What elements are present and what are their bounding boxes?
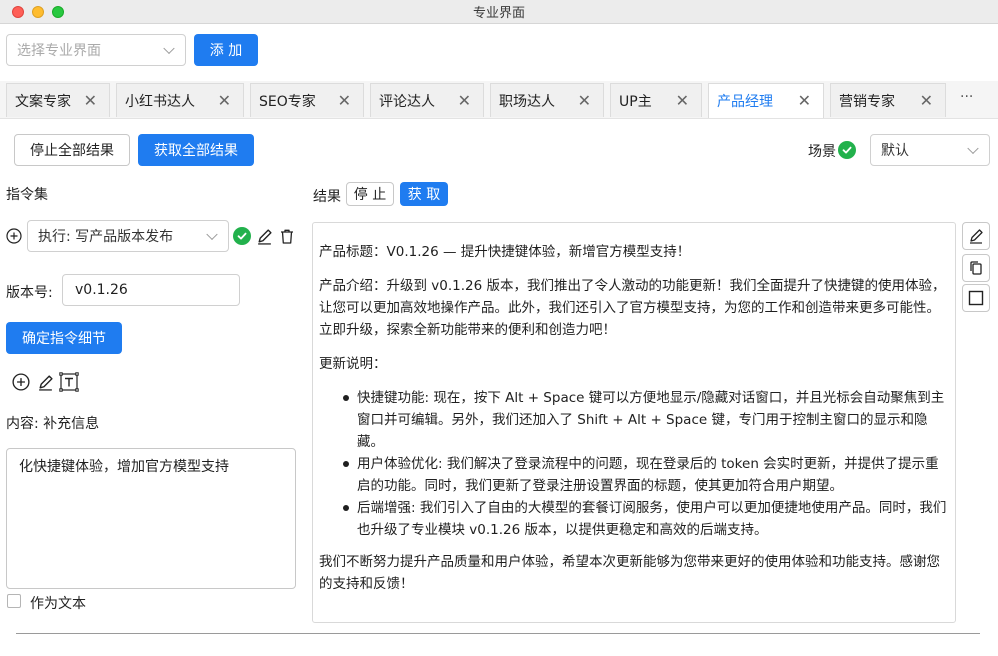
edit-result-button[interactable] (962, 222, 990, 250)
scene-select[interactable]: 默认 (870, 134, 990, 166)
as-text-checkbox[interactable] (7, 594, 21, 608)
minimize-window-button[interactable] (32, 6, 44, 18)
stop-button[interactable]: 停 止 (346, 182, 394, 206)
chevron-down-icon (206, 228, 218, 241)
result-paragraph: 产品介绍：升级到 v0.1.26 版本，我们推出了令人激动的功能更新！我们全面提… (319, 278, 946, 338)
pencil-icon (970, 229, 983, 244)
result-panel: 产品标题：V0.1.26 — 提升快捷键体验，新增官方模型支持！ 产品介绍：升级… (312, 222, 956, 623)
tab-3[interactable]: 评论达人 ✕ (370, 83, 484, 117)
tab-2[interactable]: SEO专家 ✕ (250, 83, 364, 117)
tab-4[interactable]: 职场达人 ✕ (490, 83, 604, 117)
result-paragraph: 产品标题：V0.1.26 — 提升快捷键体验，新增官方模型支持！ (319, 244, 691, 260)
tab-label: 产品经理 (717, 94, 773, 110)
profession-select[interactable]: 选择专业界面 (6, 34, 186, 66)
pencil-icon[interactable] (254, 226, 274, 246)
instructions-title: 指令集 (6, 187, 48, 203)
text-box-icon[interactable] (58, 371, 80, 393)
add-button[interactable]: 添 加 (194, 34, 258, 66)
content-textarea-value: 化快捷键体验，增加官方模型支持 (19, 459, 229, 475)
title-bar: 专业界面 (0, 0, 998, 24)
result-bullet-list: 快捷键功能: 现在，按下 Alt + Space 键可以方便地显示/隐藏对话窗口… (319, 387, 947, 541)
add-circle-icon[interactable] (11, 372, 31, 392)
tab-label: SEO专家 (259, 93, 316, 110)
tab-label: UP主 (619, 93, 652, 110)
get-button[interactable]: 获 取 (400, 182, 448, 206)
result-closing: 我们不断努力提升产品质量和用户体验，希望本次更新能够为您带来更好的使用体验和功能… (319, 554, 940, 592)
more-tabs-button[interactable]: ··· (960, 89, 973, 105)
trash-icon[interactable] (277, 226, 297, 246)
exec-select[interactable]: 执行: 写产品版本发布 (27, 220, 229, 252)
tab-label: 营销专家 (839, 93, 895, 110)
tab-0[interactable]: 文案专家 ✕ (6, 83, 110, 117)
version-input[interactable]: v0.1.26 (62, 274, 240, 306)
as-text-label: 作为文本 (30, 596, 86, 612)
tab-label: 小红书达人 (125, 93, 195, 110)
results-label: 结果 (313, 189, 341, 205)
close-icon[interactable]: ✕ (676, 92, 689, 109)
tab-label: 文案专家 (15, 93, 71, 110)
tab-5[interactable]: UP主 ✕ (610, 83, 702, 117)
version-label: 版本号: (6, 285, 53, 301)
pencil-icon[interactable] (35, 372, 55, 392)
expand-result-button[interactable] (962, 284, 990, 312)
close-icon[interactable]: ✕ (578, 92, 591, 109)
copy-result-button[interactable] (962, 254, 990, 282)
chevron-down-icon (163, 42, 175, 55)
tab-6[interactable]: 产品经理 ✕ (708, 83, 824, 118)
check-circle-icon (838, 141, 856, 159)
content-textarea[interactable]: 化快捷键体验，增加官方模型支持 (6, 448, 296, 589)
close-icon[interactable]: ✕ (84, 92, 97, 109)
window-title: 专业界面 (472, 6, 525, 21)
result-paragraph: 更新说明： (319, 356, 387, 372)
divider (16, 633, 980, 634)
scene-select-value: 默认 (881, 143, 909, 159)
list-item: 后端增强: 我们引入了自由的大模型的套餐订阅服务，使用户可以更加便捷地使用产品。… (343, 497, 947, 541)
profession-select-placeholder: 选择专业界面 (17, 43, 101, 59)
close-window-button[interactable] (12, 6, 24, 18)
close-icon[interactable]: ✕ (338, 92, 351, 109)
tab-7[interactable]: 营销专家 ✕ (830, 83, 946, 117)
exec-select-value: 执行: 写产品版本发布 (38, 229, 174, 245)
get-all-button[interactable]: 获取全部结果 (138, 134, 254, 166)
tab-1[interactable]: 小红书达人 ✕ (116, 83, 244, 117)
close-icon[interactable]: ✕ (920, 92, 933, 109)
close-icon[interactable]: ✕ (798, 93, 811, 109)
list-item: 快捷键功能: 现在，按下 Alt + Space 键可以方便地显示/隐藏对话窗口… (343, 387, 947, 453)
close-icon[interactable]: ✕ (218, 92, 231, 109)
list-item: 用户体验优化: 我们解决了登录流程中的问题，现在登录后的 token 会实时更新… (343, 453, 947, 497)
content-label: 内容: 补充信息 (6, 416, 100, 432)
add-circle-icon[interactable] (5, 227, 23, 245)
tab-bar: 文案专家 ✕ 小红书达人 ✕ SEO专家 ✕ 评论达人 ✕ 职场达人 ✕ UP主… (0, 81, 998, 119)
stop-all-button[interactable]: 停止全部结果 (14, 134, 130, 166)
zoom-window-button[interactable] (52, 6, 64, 18)
tab-label: 职场达人 (499, 93, 555, 110)
tab-label: 评论达人 (379, 93, 435, 110)
square-icon (968, 290, 984, 306)
version-input-value: v0.1.26 (75, 282, 128, 298)
scene-label: 场景 (808, 144, 836, 160)
check-circle-icon (233, 227, 251, 245)
chevron-down-icon (967, 142, 979, 155)
window-controls (12, 6, 64, 18)
copy-icon (970, 261, 982, 275)
close-icon[interactable]: ✕ (458, 92, 471, 109)
confirm-instruction-button[interactable]: 确定指令细节 (6, 322, 122, 354)
